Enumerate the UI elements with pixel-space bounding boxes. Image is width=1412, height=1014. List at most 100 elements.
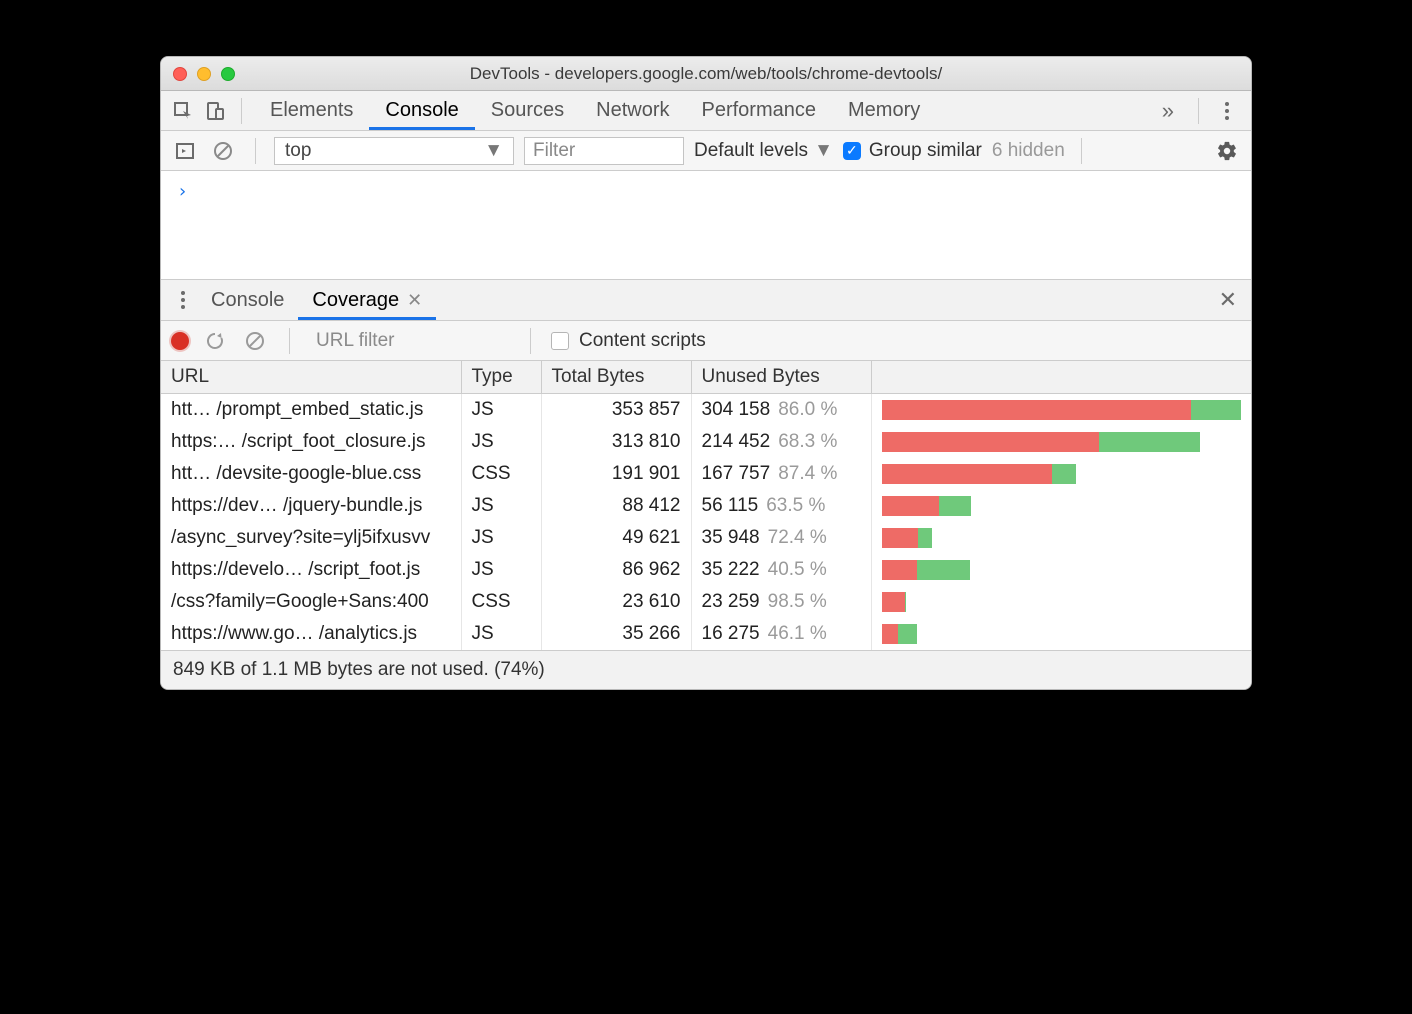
cell-total: 191 901	[541, 458, 691, 490]
tab-close-icon[interactable]: ✕	[407, 290, 422, 311]
cell-total: 23 610	[541, 586, 691, 618]
cell-unused: 167 75787.4 %	[691, 458, 871, 490]
chevron-down-icon: ▼	[484, 140, 503, 162]
cell-usage-bar	[871, 394, 1251, 427]
tab-network[interactable]: Network	[580, 91, 685, 130]
tab-memory[interactable]: Memory	[832, 91, 936, 130]
console-filter-input[interactable]: Filter	[524, 137, 684, 165]
inspect-element-icon[interactable]	[169, 97, 197, 125]
table-row[interactable]: htt… /devsite-google-blue.cssCSS191 9011…	[161, 458, 1251, 490]
coverage-table: URL Type Total Bytes Unused Bytes htt… /…	[161, 361, 1251, 650]
drawer-kebab-icon[interactable]	[169, 286, 197, 314]
cell-url: /async_survey?site=ylj5ifxusvv	[161, 522, 461, 554]
checkbox-unchecked-icon	[551, 332, 569, 350]
table-row[interactable]: https://www.go… /analytics.jsJS35 26616 …	[161, 618, 1251, 650]
cell-unused: 214 45268.3 %	[691, 426, 871, 458]
divider	[241, 98, 242, 124]
cell-usage-bar	[871, 490, 1251, 522]
cell-type: JS	[461, 522, 541, 554]
tab-console[interactable]: Console	[369, 91, 474, 130]
col-header-bar[interactable]	[871, 361, 1251, 394]
url-filter-placeholder: URL filter	[316, 330, 394, 351]
hidden-messages-count[interactable]: 6 hidden	[992, 140, 1065, 162]
cell-type: JS	[461, 394, 541, 427]
group-similar-toggle[interactable]: ✓ Group similar	[843, 140, 982, 162]
col-header-unused[interactable]: Unused Bytes	[691, 361, 871, 394]
drawer-tab-label: Console	[211, 289, 284, 312]
window-close-button[interactable]	[173, 67, 187, 81]
tabs-overflow: »	[1152, 97, 1241, 125]
kebab-menu-icon[interactable]	[1213, 97, 1241, 125]
coverage-toolbar: URL filter Content scripts	[161, 321, 1251, 361]
divider	[289, 328, 290, 354]
col-header-total[interactable]: Total Bytes	[541, 361, 691, 394]
cell-unused: 56 11563.5 %	[691, 490, 871, 522]
cell-unused: 23 25998.5 %	[691, 586, 871, 618]
titlebar: DevTools - developers.google.com/web/too…	[161, 57, 1251, 91]
cell-total: 86 962	[541, 554, 691, 586]
cell-url: https://develo… /script_foot.js	[161, 554, 461, 586]
divider	[1081, 138, 1082, 164]
cell-total: 88 412	[541, 490, 691, 522]
cell-type: JS	[461, 490, 541, 522]
cell-total: 313 810	[541, 426, 691, 458]
cell-url: https:… /script_foot_closure.js	[161, 426, 461, 458]
tabs-overflow-button[interactable]: »	[1152, 98, 1184, 124]
divider	[1198, 98, 1199, 124]
table-row[interactable]: /async_survey?site=ylj5ifxusvvJS49 62135…	[161, 522, 1251, 554]
cell-total: 49 621	[541, 522, 691, 554]
window-title: DevTools - developers.google.com/web/too…	[173, 64, 1239, 84]
drawer-close-button[interactable]: ✕	[1213, 287, 1243, 313]
cell-type: JS	[461, 426, 541, 458]
divider	[530, 328, 531, 354]
table-row[interactable]: https://dev… /jquery-bundle.jsJS88 41256…	[161, 490, 1251, 522]
console-output[interactable]: ›	[161, 171, 1251, 279]
filter-placeholder: Filter	[533, 140, 575, 162]
cell-usage-bar	[871, 522, 1251, 554]
table-row[interactable]: https://develo… /script_foot.jsJS86 9623…	[161, 554, 1251, 586]
clear-icon[interactable]	[241, 327, 269, 355]
drawer-tab-coverage[interactable]: Coverage ✕	[298, 281, 436, 320]
record-button[interactable]	[171, 332, 189, 350]
reload-icon[interactable]	[201, 327, 229, 355]
cell-url: /css?family=Google+Sans:400	[161, 586, 461, 618]
checkbox-checked-icon: ✓	[843, 142, 861, 160]
device-toolbar-icon[interactable]	[201, 97, 229, 125]
clear-console-icon[interactable]	[209, 137, 237, 165]
tab-sources[interactable]: Sources	[475, 91, 580, 130]
cell-unused: 304 15886.0 %	[691, 394, 871, 427]
content-scripts-toggle[interactable]: Content scripts	[551, 330, 706, 352]
col-header-url[interactable]: URL	[161, 361, 461, 394]
show-console-sidebar-icon[interactable]	[171, 137, 199, 165]
window-zoom-button[interactable]	[221, 67, 235, 81]
tab-elements[interactable]: Elements	[254, 91, 369, 130]
cell-unused: 35 94872.4 %	[691, 522, 871, 554]
cell-unused: 16 27546.1 %	[691, 618, 871, 650]
divider	[255, 138, 256, 164]
main-tabs: ElementsConsoleSourcesNetworkPerformance…	[254, 91, 936, 130]
log-levels-select[interactable]: Default levels ▼	[694, 140, 833, 162]
drawer-tabs: Console Coverage ✕	[197, 281, 436, 320]
drawer-tab-console[interactable]: Console	[197, 281, 298, 320]
group-similar-label: Group similar	[869, 140, 982, 162]
content-scripts-label: Content scripts	[579, 330, 706, 352]
cell-url: htt… /devsite-google-blue.css	[161, 458, 461, 490]
tab-performance[interactable]: Performance	[686, 91, 833, 130]
table-row[interactable]: /css?family=Google+Sans:400CSS23 61023 2…	[161, 586, 1251, 618]
cell-url: https://www.go… /analytics.js	[161, 618, 461, 650]
col-header-type[interactable]: Type	[461, 361, 541, 394]
table-header-row: URL Type Total Bytes Unused Bytes	[161, 361, 1251, 394]
cell-usage-bar	[871, 618, 1251, 650]
table-row[interactable]: https:… /script_foot_closure.jsJS313 810…	[161, 426, 1251, 458]
cell-usage-bar	[871, 554, 1251, 586]
console-settings-icon[interactable]	[1213, 137, 1241, 165]
table-row[interactable]: htt… /prompt_embed_static.jsJS353 857304…	[161, 394, 1251, 427]
drawer-tab-label: Coverage	[312, 289, 399, 312]
drawer-tab-bar: Console Coverage ✕ ✕	[161, 279, 1251, 321]
url-filter-input[interactable]: URL filter	[310, 330, 510, 352]
cell-total: 35 266	[541, 618, 691, 650]
window-minimize-button[interactable]	[197, 67, 211, 81]
cell-unused: 35 22240.5 %	[691, 554, 871, 586]
execution-context-select[interactable]: top ▼	[274, 137, 514, 165]
traffic-lights	[173, 67, 235, 81]
